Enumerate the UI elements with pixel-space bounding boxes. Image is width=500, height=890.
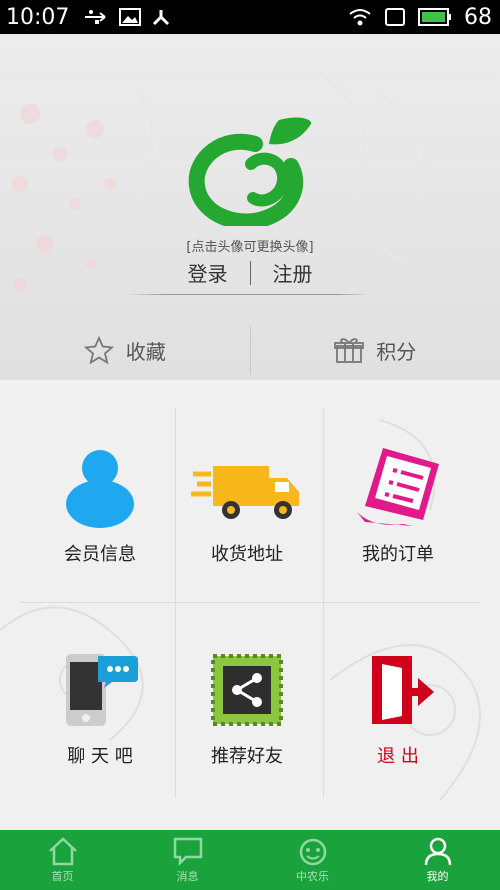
auth-links: 登录 注册 — [0, 258, 500, 287]
nav-home[interactable]: 首页 — [0, 830, 125, 890]
profile-header: [点击头像可更换头像] 登录 注册 收藏 积分 — [0, 34, 500, 380]
usb-icon — [85, 10, 107, 24]
avatar-logo[interactable] — [183, 114, 318, 226]
login-link[interactable]: 登录 — [188, 258, 228, 287]
points-label: 积分 — [376, 339, 417, 364]
logout-tile[interactable]: 退 出 — [323, 650, 473, 768]
share-icon — [211, 654, 283, 726]
exit-door-icon — [372, 656, 434, 724]
recommend-friend-label: 推荐好友 — [211, 746, 283, 767]
smile-face-icon — [299, 838, 326, 866]
chat-tile[interactable]: 聊 天 吧 — [25, 650, 175, 768]
member-info-icon — [66, 450, 134, 528]
nav-home-label: 首页 — [51, 870, 74, 883]
chat-label: 聊 天 吧 — [67, 746, 133, 767]
my-orders-tile[interactable]: 我的订单 — [323, 446, 473, 566]
favorites-label: 收藏 — [125, 339, 166, 364]
wifi-icon — [349, 9, 371, 26]
bottom-nav: 首页 消息 中农乐 我的 — [0, 830, 500, 890]
auth-underline — [128, 294, 372, 295]
image-icon — [119, 8, 142, 26]
shipping-address-label: 收货地址 — [211, 544, 283, 565]
nav-mine-label: 我的 — [426, 870, 449, 883]
favorites-points-row: 收藏 积分 — [0, 320, 500, 380]
nav-messages[interactable]: 消息 — [125, 830, 250, 890]
status-bar: 10:07 68 — [0, 0, 500, 34]
nav-messages-label: 消息 — [176, 870, 199, 883]
delivery-truck-icon — [191, 466, 299, 519]
user-icon — [424, 837, 451, 866]
nav-zhongnongle-label: 中农乐 — [296, 870, 329, 883]
recommend-friend-tile[interactable]: 推荐好友 — [172, 650, 322, 768]
battery-icon — [418, 8, 451, 26]
order-list-icon — [357, 448, 439, 526]
nav-mine[interactable]: 我的 — [375, 830, 500, 890]
avatar-hint: [点击头像可更换头像] — [186, 240, 314, 255]
chat-phone-icon — [66, 654, 138, 726]
square-icon — [385, 8, 405, 26]
status-time: 10:07 — [6, 4, 70, 30]
favorites-button[interactable]: 收藏 — [0, 336, 250, 365]
message-icon — [173, 837, 202, 866]
nav-zhongnongle[interactable]: 中农乐 — [250, 830, 375, 890]
menu-grid: 会员信息 收货地址 我的订单 聊 天 吧 推荐好友 退 出 — [0, 380, 500, 830]
battery-level: 68 — [464, 4, 492, 30]
register-link[interactable]: 注册 — [273, 258, 313, 287]
member-info-label: 会员信息 — [64, 544, 136, 565]
logout-label: 退 出 — [377, 746, 419, 767]
gift-icon — [334, 338, 365, 363]
my-orders-label: 我的订单 — [362, 544, 434, 565]
share-network-icon — [153, 10, 170, 26]
home-icon — [48, 837, 77, 866]
grid-divider-h1 — [20, 602, 480, 603]
points-button[interactable]: 积分 — [251, 336, 500, 365]
star-icon — [83, 336, 114, 364]
member-info-tile[interactable]: 会员信息 — [25, 446, 175, 566]
auth-divider — [249, 260, 251, 285]
shipping-address-tile[interactable]: 收货地址 — [172, 446, 322, 566]
